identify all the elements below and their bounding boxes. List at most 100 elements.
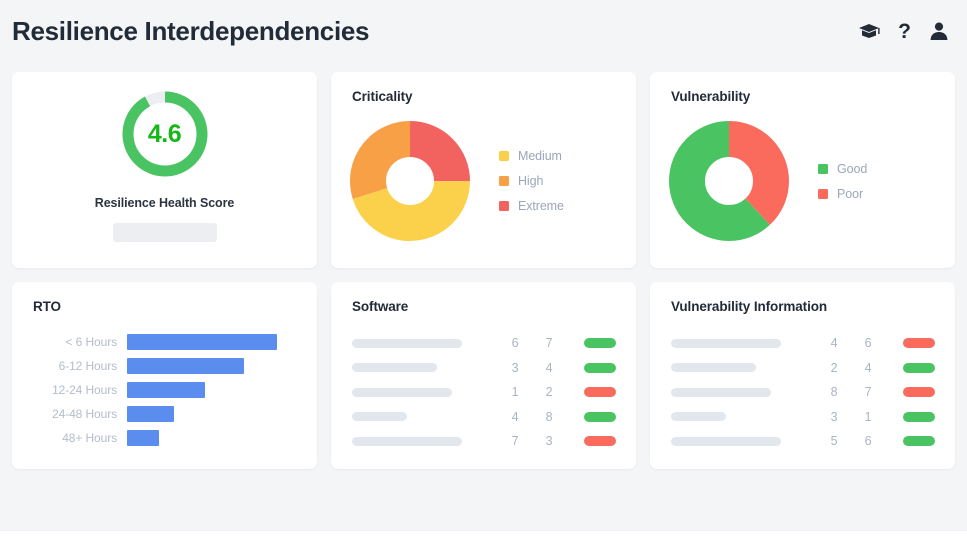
legend-label: Extreme [518, 199, 564, 213]
legend-label: High [518, 174, 544, 188]
row-name-placeholder [352, 338, 462, 348]
rto-bar[interactable] [127, 334, 277, 350]
row-value-2: 1 [864, 409, 872, 424]
row-name-placeholder [671, 436, 781, 446]
card-grid: 4.6 Resilience Health Score Criticality [0, 62, 967, 469]
vulnerability-card: Vulnerability Good Poor [650, 72, 955, 268]
row-name-placeholder [671, 412, 726, 422]
top-row: 4.6 Resilience Health Score Criticality [12, 72, 955, 268]
rto-bar[interactable] [127, 430, 159, 446]
table-row[interactable]: 12 [331, 380, 636, 405]
row-value-2: 6 [864, 336, 872, 351]
legend-swatch-extreme [499, 201, 509, 211]
status-badge [903, 362, 935, 373]
row-value-1: 3 [830, 409, 838, 424]
table-row[interactable]: 34 [331, 356, 636, 381]
status-badge [584, 387, 616, 398]
row-name-placeholder [671, 338, 781, 348]
rto-category-label: 12-24 Hours [52, 383, 117, 397]
table-row[interactable]: 67 [331, 331, 636, 356]
row-value-2: 4 [864, 360, 872, 375]
status-badge [903, 338, 935, 349]
criticality-card: Criticality Medium High Extreme [331, 72, 636, 268]
row-value-1: 4 [830, 336, 838, 351]
legend-item[interactable]: High [499, 174, 564, 188]
table-row[interactable]: 73 [331, 429, 636, 454]
criticality-donut [349, 120, 471, 242]
health-score-value: 4.6 [147, 119, 182, 148]
row-value-1: 4 [511, 409, 519, 424]
legend-item[interactable]: Medium [499, 149, 564, 163]
status-badge [903, 387, 935, 398]
help-icon[interactable]: ? [898, 21, 911, 42]
rto-row: 12-24 Hours [12, 378, 317, 402]
software-title: Software [352, 299, 409, 314]
rto-category-label: 6-12 Hours [58, 359, 117, 373]
software-card: Software 6734124873 [331, 282, 636, 469]
table-row[interactable]: 48 [331, 405, 636, 430]
status-badge [584, 338, 616, 349]
resilience-health-score-card: 4.6 Resilience Health Score [12, 72, 317, 268]
row-name-placeholder [352, 387, 452, 397]
legend-swatch-high [499, 176, 509, 186]
vulnerability-donut [668, 120, 790, 242]
vulnerability-title: Vulnerability [671, 89, 751, 104]
legend-item[interactable]: Extreme [499, 199, 564, 213]
status-badge [584, 362, 616, 373]
row-name-placeholder [352, 363, 437, 373]
rto-row: 48+ Hours [12, 426, 317, 450]
learning-icon[interactable] [858, 22, 880, 40]
page-header: Resilience Interdependencies ? [0, 0, 967, 62]
row-value-1: 2 [830, 360, 838, 375]
rto-bar[interactable] [127, 406, 174, 422]
row-value-2: 2 [545, 385, 553, 400]
row-value-2: 7 [545, 336, 553, 351]
row-name-placeholder [671, 363, 756, 373]
table-row[interactable]: 56 [650, 429, 955, 454]
rto-row: 24-48 Hours [12, 402, 317, 426]
legend-item[interactable]: Good [818, 162, 867, 176]
legend-swatch-medium [499, 151, 509, 161]
criticality-legend: Medium High Extreme [499, 149, 564, 213]
page-title: Resilience Interdependencies [12, 15, 370, 46]
row-value-2: 8 [545, 409, 553, 424]
legend-item[interactable]: Poor [818, 187, 867, 201]
rto-card: RTO < 6 Hours 6-12 Hours 12-24 Hours 24-48 … [12, 282, 317, 469]
rto-row: 6-12 Hours [12, 354, 317, 378]
row-value-1: 3 [511, 360, 519, 375]
row-value-1: 1 [511, 385, 519, 400]
row-value-1: 8 [830, 385, 838, 400]
health-score-gauge: 4.6 [119, 88, 211, 180]
health-score-placeholder [112, 223, 217, 242]
rto-title: RTO [33, 299, 61, 314]
table-row[interactable]: 31 [650, 405, 955, 430]
criticality-title: Criticality [352, 89, 413, 104]
table-row[interactable]: 46 [650, 331, 955, 356]
bottom-divider [0, 530, 967, 543]
rto-category-label: 48+ Hours [62, 431, 117, 445]
row-value-2: 7 [864, 385, 872, 400]
rto-bar[interactable] [127, 382, 205, 398]
rto-chart: < 6 Hours 6-12 Hours 12-24 Hours 24-48 Hour… [12, 314, 317, 450]
rto-bar[interactable] [127, 358, 244, 374]
table-row[interactable]: 87 [650, 380, 955, 405]
status-badge [903, 436, 935, 447]
vulnerability-legend: Good Poor [818, 162, 867, 201]
row-value-2: 4 [545, 360, 553, 375]
vulnerability-information-card: Vulnerability Information 4624873156 [650, 282, 955, 469]
vulnerability-information-table: 4624873156 [650, 314, 955, 454]
status-badge [903, 411, 935, 422]
table-row[interactable]: 24 [650, 356, 955, 381]
legend-swatch-poor [818, 188, 828, 199]
row-value-1: 5 [830, 434, 838, 449]
row-value-2: 3 [545, 434, 553, 449]
row-name-placeholder [352, 436, 462, 446]
rto-category-label: 24-48 Hours [52, 407, 117, 421]
user-icon[interactable] [929, 21, 949, 41]
row-value-1: 7 [511, 434, 519, 449]
row-name-placeholder [671, 387, 771, 397]
criticality-body: Medium High Extreme [331, 104, 636, 254]
health-score-label: Resilience Health Score [94, 196, 235, 210]
legend-label: Good [837, 161, 868, 176]
vulnerability-body: Good Poor [650, 104, 955, 254]
